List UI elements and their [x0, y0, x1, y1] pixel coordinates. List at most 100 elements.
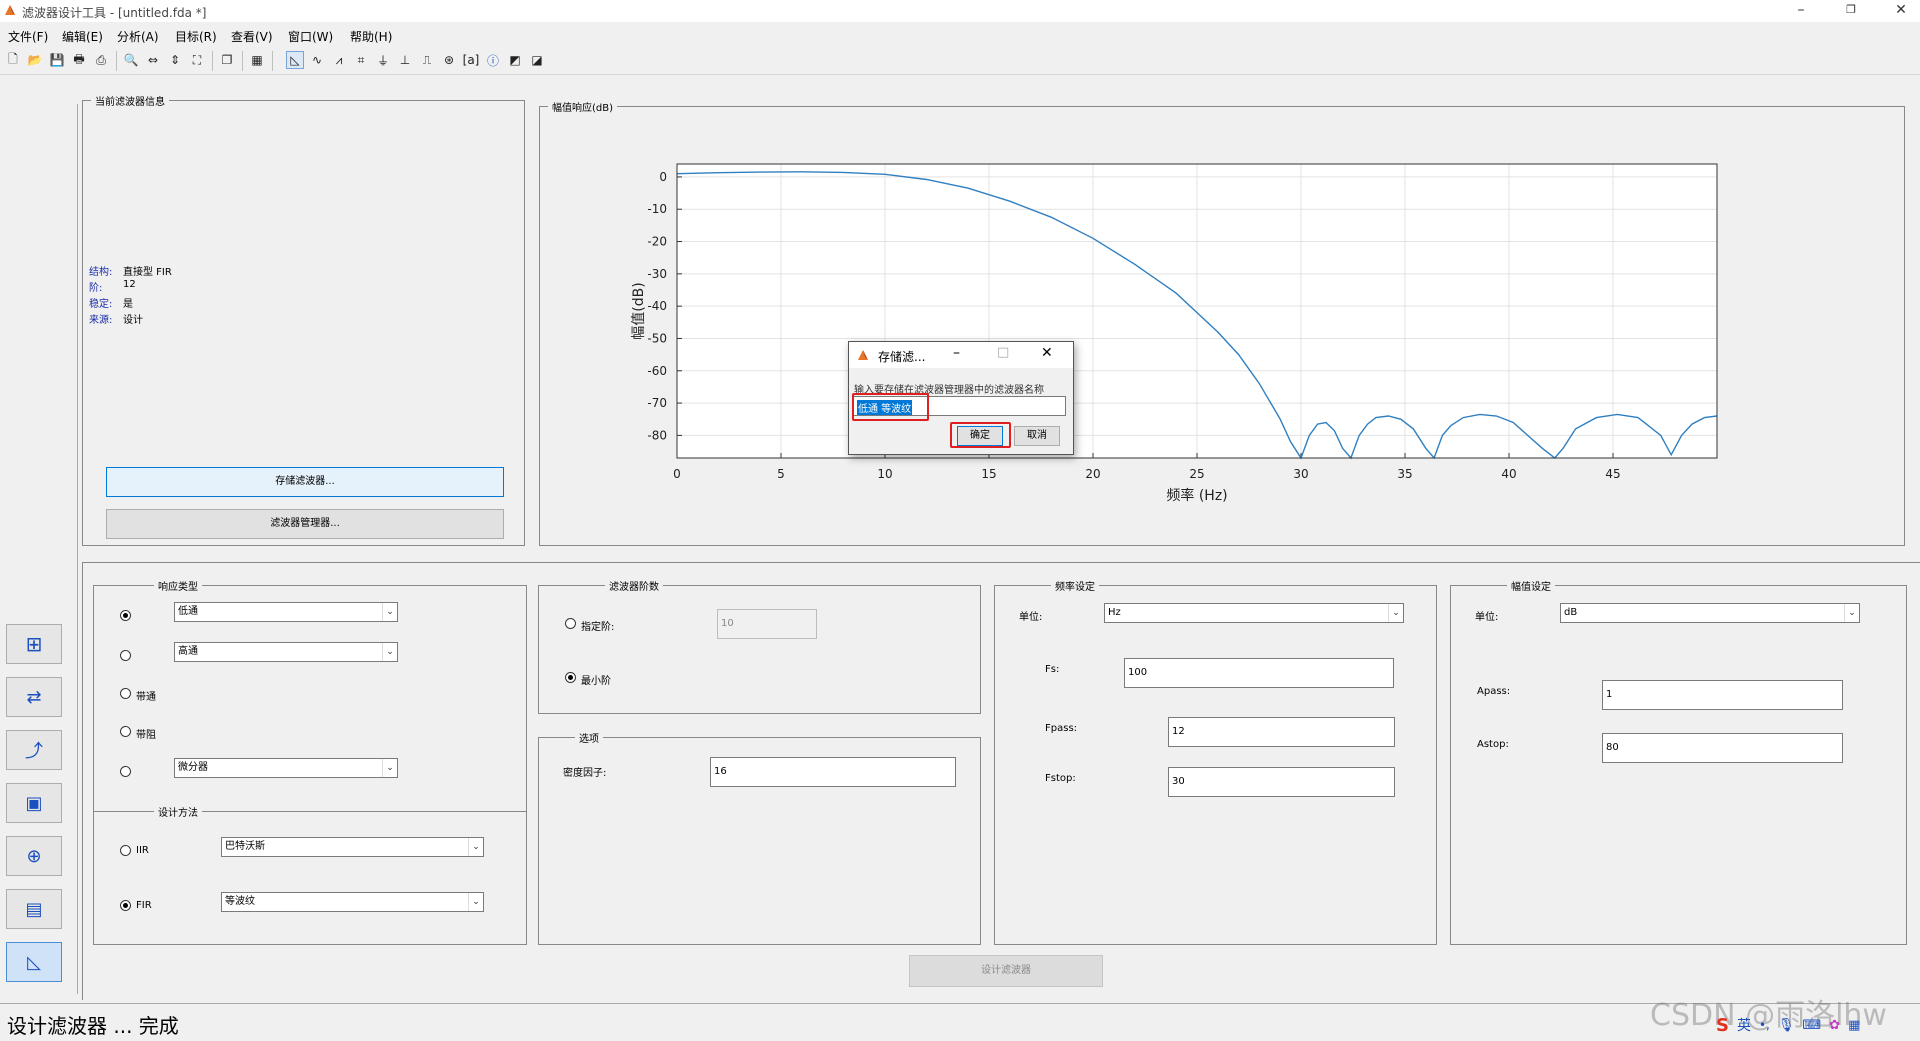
print-preview-icon[interactable]: ⎙ — [92, 51, 110, 69]
store-filter-button[interactable]: 存储滤波器... — [106, 467, 504, 497]
lowpass-select-value: 低通 — [178, 606, 198, 617]
x-tick-label: 20 — [1085, 467, 1100, 481]
title-bar: 滤波器设计工具 - [untitled.fda *] – ❐ ✕ — [0, 0, 1920, 22]
window-title: 滤波器设计工具 - [untitled.fda *] — [22, 6, 207, 20]
zoom-y-icon[interactable]: ⇕ — [166, 51, 184, 69]
ime-tray: S 英 •, 🎙 ⌨ ✿ ▦ — [1716, 1012, 1916, 1038]
spec-icon[interactable]: ▦ — [248, 51, 266, 69]
chevron-down-icon: ⌄ — [1844, 604, 1859, 622]
chevron-down-icon: ⌄ — [382, 759, 397, 777]
design-filter-side-button[interactable]: ◺ — [6, 942, 62, 982]
pole-zero-icon[interactable]: ⊛ — [440, 51, 458, 69]
apass-input[interactable]: 1 — [1602, 680, 1843, 710]
punctuation-icon[interactable]: •, — [1759, 1018, 1770, 1032]
skin-icon[interactable]: ✿ — [1829, 1018, 1840, 1033]
differentiator-select[interactable]: 微分器 ⌄ — [174, 758, 398, 778]
new-icon[interactable]: 🗋 — [4, 51, 22, 69]
y-tick-label: -70 — [647, 396, 667, 410]
fir-method-select[interactable]: 等波纹 ⌄ — [221, 892, 484, 912]
print-icon[interactable]: 🖶 — [70, 51, 88, 69]
realize-model-button[interactable]: ▤ — [6, 889, 62, 929]
microphone-icon[interactable]: 🎙 — [1778, 1018, 1795, 1033]
iir-method-select[interactable]: 巴特沃斯 ⌄ — [221, 837, 484, 857]
design-filter-button[interactable]: 设计滤波器 — [909, 955, 1103, 987]
freq-units-select[interactable]: Hz ⌄ — [1104, 603, 1404, 623]
pole-zero-editor-button[interactable]: ⊕ — [6, 836, 62, 876]
realize-icon: ▤ — [25, 898, 43, 920]
bandpass-radio[interactable] — [120, 688, 131, 699]
sogou-icon[interactable]: S — [1716, 1015, 1729, 1036]
menu-edit[interactable]: 编辑(E) — [62, 28, 103, 45]
lowpass-radio[interactable] — [120, 610, 131, 621]
save-icon[interactable]: 💾 — [48, 51, 66, 69]
dialog-maximize-icon[interactable]: □ — [997, 345, 1009, 360]
restore-icon[interactable]: ❐ — [1836, 3, 1866, 16]
step-response-icon[interactable]: ⎍ — [418, 51, 436, 69]
structure-key: 结构: — [89, 267, 113, 278]
mag-units-select[interactable]: dB ⌄ — [1560, 603, 1860, 623]
highpass-select[interactable]: 高通 ⌄ — [174, 642, 398, 662]
phase-response-icon[interactable]: ∿ — [308, 51, 326, 69]
minimum-order-radio[interactable] — [565, 672, 576, 683]
fpass-value: 12 — [1172, 726, 1185, 737]
import-filter-button[interactable]: ⤴ — [6, 730, 62, 770]
order-value: 12 — [123, 279, 136, 290]
zoom-x-icon[interactable]: ⇔ — [144, 51, 162, 69]
open-icon[interactable]: 📂 — [26, 51, 44, 69]
fs-input[interactable]: 100 — [1124, 658, 1394, 688]
toolbox-icon[interactable]: ▦ — [1848, 1018, 1860, 1033]
close-icon[interactable]: ✕ — [1886, 2, 1916, 18]
group-delay-icon[interactable]: ⌗ — [352, 51, 370, 69]
ime-language[interactable]: 英 — [1737, 1015, 1751, 1035]
y-tick-label: 0 — [659, 170, 667, 184]
specify-order-input[interactable]: 10 — [717, 609, 817, 639]
convert-structure-button[interactable]: ⇄ — [6, 677, 62, 717]
response-type-title: 响应类型 — [154, 578, 202, 593]
density-input[interactable]: 16 — [710, 757, 956, 787]
zoom-in-icon[interactable]: 🔍 — [122, 51, 140, 69]
iir-radio[interactable] — [120, 845, 131, 856]
dialog-close-icon[interactable]: ✕ — [1041, 345, 1053, 361]
density-label: 密度因子: — [563, 768, 607, 779]
dialog-minimize-icon[interactable]: – — [953, 345, 960, 361]
transform-filter-button[interactable]: ⊞ — [6, 624, 62, 664]
filter-order-title: 滤波器阶数 — [605, 578, 663, 593]
quantize-button[interactable]: ▣ — [6, 783, 62, 823]
menu-view[interactable]: 查看(V) — [231, 28, 273, 45]
full-view-icon[interactable]: ⛶ — [188, 51, 206, 69]
cost-icon[interactable]: ◩ — [506, 51, 524, 69]
panel-title: 当前滤波器信息 — [91, 93, 169, 108]
coefficients-icon[interactable]: [a] — [462, 51, 480, 69]
iir-label: IIR — [136, 845, 149, 856]
impulse-response-icon[interactable]: ⊥ — [396, 51, 414, 69]
round-off-icon[interactable]: ◪ — [528, 51, 546, 69]
y-tick-label: -20 — [647, 235, 667, 249]
status-bar: 设计滤波器 ... 完成 — [0, 1003, 1920, 1041]
mag-phase-icon[interactable]: ⩘ — [330, 51, 348, 69]
x-tick-label: 5 — [777, 467, 785, 481]
astop-input[interactable]: 80 — [1602, 733, 1843, 763]
menu-help[interactable]: 帮助(H) — [350, 28, 392, 45]
keyboard-icon[interactable]: ⌨ — [1802, 1018, 1821, 1033]
magnitude-response-icon[interactable]: ◺ — [286, 51, 304, 69]
x-tick-label: 35 — [1397, 467, 1412, 481]
menu-file[interactable]: 文件(F) — [8, 28, 48, 45]
menu-analysis[interactable]: 分析(A) — [117, 28, 159, 45]
fir-radio[interactable] — [120, 900, 131, 911]
bandstop-radio[interactable] — [120, 726, 131, 737]
dialog-cancel-button[interactable]: 取消 — [1014, 426, 1060, 446]
filter-manager-button[interactable]: 滤波器管理器... — [106, 509, 504, 539]
fstop-input[interactable]: 30 — [1168, 767, 1395, 797]
design-method-title: 设计方法 — [154, 804, 202, 819]
differentiator-radio[interactable] — [120, 766, 131, 777]
specify-order-radio[interactable] — [565, 618, 576, 629]
highpass-radio[interactable] — [120, 650, 131, 661]
lowpass-select[interactable]: 低通 ⌄ — [174, 602, 398, 622]
phase-delay-icon[interactable]: ⏚ — [374, 51, 392, 69]
new-window-icon[interactable]: ❐ — [218, 51, 236, 69]
info-icon[interactable]: ⓘ — [484, 51, 502, 69]
menu-window[interactable]: 窗口(W) — [288, 28, 333, 45]
menu-targets[interactable]: 目标(R) — [175, 28, 217, 45]
minimize-icon[interactable]: – — [1786, 2, 1816, 18]
fpass-input[interactable]: 12 — [1168, 717, 1395, 747]
